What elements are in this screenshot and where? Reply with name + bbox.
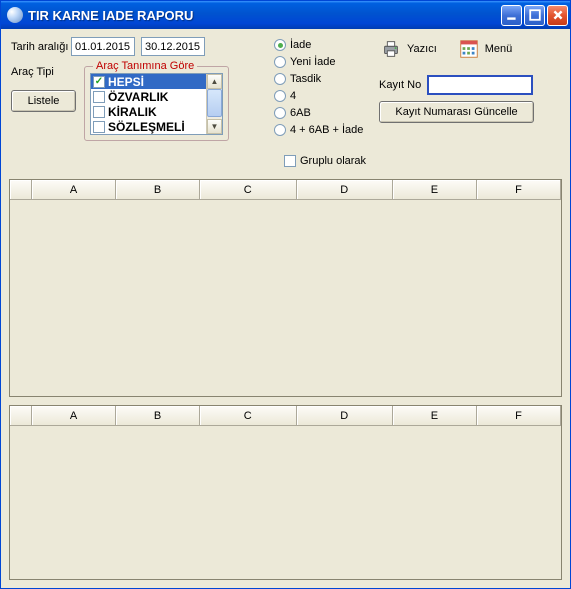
- radio-icon[interactable]: [274, 56, 286, 68]
- column-header[interactable]: C: [200, 180, 296, 200]
- record-no-input[interactable]: [427, 75, 533, 95]
- column-header[interactable]: E: [393, 180, 477, 200]
- radio-label: İade: [290, 39, 311, 51]
- column-header[interactable]: B: [116, 180, 200, 200]
- column-header[interactable]: E: [393, 406, 477, 426]
- list-button[interactable]: Listele: [11, 90, 76, 112]
- scroll-down-icon[interactable]: ▼: [207, 119, 222, 134]
- radio-label: 4 + 6AB + İade: [290, 124, 363, 136]
- list-item-label: HEPSİ: [108, 75, 144, 89]
- radio-item[interactable]: İade: [274, 37, 366, 53]
- column-header[interactable]: B: [116, 406, 200, 426]
- grid-body[interactable]: [10, 200, 561, 396]
- radio-icon[interactable]: [274, 90, 286, 102]
- checkbox[interactable]: [93, 121, 105, 133]
- top-grid[interactable]: ABCDEF: [9, 179, 562, 397]
- menu-icon: [457, 37, 481, 61]
- printer-icon: [379, 37, 403, 61]
- radio-icon[interactable]: [274, 39, 286, 51]
- vehicle-type-label: Araç Tipi: [11, 66, 76, 78]
- grid-corner: [10, 180, 32, 200]
- close-button[interactable]: [547, 5, 568, 26]
- column-header[interactable]: D: [297, 406, 393, 426]
- radio-label: 6AB: [290, 107, 311, 119]
- radio-label: Yeni İade: [290, 56, 335, 68]
- group-label: Gruplu olarak: [300, 155, 366, 167]
- record-no-label: Kayıt No: [379, 79, 421, 91]
- radio-item[interactable]: 6AB: [274, 105, 366, 121]
- radio-item[interactable]: Tasdik: [274, 71, 366, 87]
- vehicle-def-legend: Araç Tanımına Göre: [93, 60, 197, 72]
- end-date-input[interactable]: [141, 37, 205, 56]
- checkbox[interactable]: [93, 91, 105, 103]
- column-header[interactable]: A: [32, 406, 116, 426]
- menu-button[interactable]: Menü: [457, 37, 513, 61]
- list-item[interactable]: KİRALIK: [91, 104, 222, 119]
- listbox-scrollbar[interactable]: ▲ ▼: [206, 74, 222, 134]
- printer-button[interactable]: Yazıcı: [379, 37, 437, 61]
- scroll-up-icon[interactable]: ▲: [207, 74, 222, 89]
- radio-icon[interactable]: [274, 124, 286, 136]
- app-window: TIR KARNE IADE RAPORU Tarih aralığı: [0, 0, 571, 589]
- column-header[interactable]: C: [200, 406, 296, 426]
- radio-label: Tasdik: [290, 73, 321, 85]
- app-icon: [7, 7, 23, 23]
- list-item[interactable]: ÖZVARLIK: [91, 89, 222, 104]
- grid-body[interactable]: [10, 426, 561, 579]
- date-range-label: Tarih aralığı: [11, 41, 71, 53]
- column-header[interactable]: F: [477, 180, 561, 200]
- printer-label: Yazıcı: [407, 43, 437, 55]
- start-date-input[interactable]: [71, 37, 135, 56]
- update-record-button[interactable]: Kayıt Numarası Güncelle: [379, 101, 534, 123]
- menu-label: Menü: [485, 43, 513, 55]
- grid-corner: [10, 406, 32, 426]
- radio-item[interactable]: 4: [274, 88, 366, 104]
- vehicle-def-fieldset: Araç Tanımına Göre ✓HEPSİÖZVARLIKKİRALIK…: [84, 66, 229, 141]
- group-checkbox-row[interactable]: Gruplu olarak: [284, 155, 366, 167]
- radio-item[interactable]: 4 + 6AB + İade: [274, 122, 366, 138]
- maximize-button[interactable]: [524, 5, 545, 26]
- report-type-radios: İade Yeni İade Tasdik 4 6AB 4 + 6AB + İade: [274, 37, 366, 139]
- checkbox[interactable]: ✓: [93, 76, 105, 88]
- list-item[interactable]: SÖZLEŞMELİ: [91, 119, 222, 134]
- minimize-button[interactable]: [501, 5, 522, 26]
- scroll-thumb[interactable]: [207, 89, 222, 117]
- radio-item[interactable]: Yeni İade: [274, 54, 366, 70]
- list-item-label: KİRALIK: [108, 105, 157, 119]
- group-checkbox[interactable]: [284, 155, 296, 167]
- list-item-label: ÖZVARLIK: [108, 90, 168, 104]
- checkbox[interactable]: [93, 106, 105, 118]
- bottom-grid[interactable]: ABCDEF: [9, 405, 562, 580]
- window-title: TIR KARNE IADE RAPORU: [28, 8, 501, 23]
- column-header[interactable]: A: [32, 180, 116, 200]
- column-header[interactable]: F: [477, 406, 561, 426]
- titlebar: TIR KARNE IADE RAPORU: [1, 1, 570, 29]
- list-item[interactable]: ✓HEPSİ: [91, 74, 222, 89]
- radio-icon[interactable]: [274, 107, 286, 119]
- vehicle-listbox[interactable]: ✓HEPSİÖZVARLIKKİRALIKSÖZLEŞMELİ ▲ ▼: [90, 73, 223, 135]
- radio-icon[interactable]: [274, 73, 286, 85]
- list-item-label: SÖZLEŞMELİ: [108, 120, 185, 134]
- column-header[interactable]: D: [297, 180, 393, 200]
- radio-label: 4: [290, 90, 296, 102]
